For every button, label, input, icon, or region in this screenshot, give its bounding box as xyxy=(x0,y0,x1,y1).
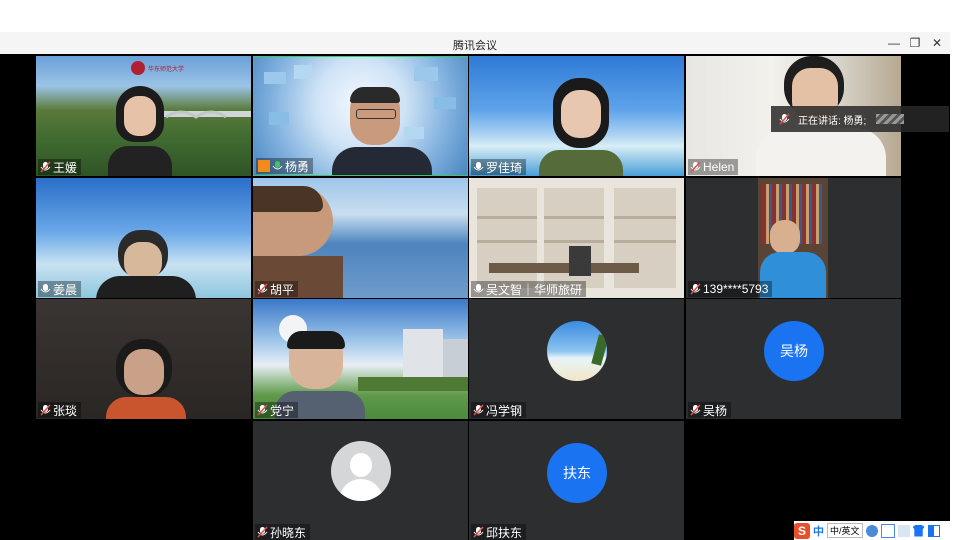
participant-name: 罗佳琦 xyxy=(486,160,523,175)
mic-muted-icon xyxy=(473,526,484,538)
speaking-indicator: 正在讲话: 杨勇; xyxy=(771,106,949,132)
mic-icon[interactable] xyxy=(865,524,878,537)
video-tile-sunxiaodong[interactable]: 孙晓东 xyxy=(253,421,468,540)
mic-muted-icon xyxy=(473,404,484,416)
participant-video xyxy=(332,87,432,175)
video-tile-jiangchen[interactable]: 姜晨 xyxy=(36,178,251,298)
video-tile-wangyuan[interactable]: 华东师范大学 王媛 xyxy=(36,56,251,176)
participant-name: 王媛 xyxy=(53,160,78,175)
participant-label: 姜晨 xyxy=(38,281,82,297)
default-avatar-icon xyxy=(331,441,391,501)
participant-label: 吴文智｜华师旅研 xyxy=(471,281,587,297)
svg-text:华东师范大学: 华东师范大学 xyxy=(148,65,184,73)
video-tile-wuwenzhi[interactable]: 吴文智｜华师旅研 xyxy=(469,178,684,298)
skin-icon[interactable] xyxy=(912,524,925,537)
video-tile-zhangyan[interactable]: 张琰 xyxy=(36,299,251,419)
avatar: 吴杨 xyxy=(764,321,824,381)
mic-icon xyxy=(40,284,51,293)
video-tile-wuyang[interactable]: 吴杨 吴杨 xyxy=(686,299,901,419)
mic-muted-icon xyxy=(257,404,268,416)
video-tile-qiufudong[interactable]: 扶东 邱扶东 xyxy=(469,421,684,540)
participant-name: 孙晓东 xyxy=(270,525,307,540)
participant-video xyxy=(539,78,623,176)
participant-name: 吴杨 xyxy=(703,403,728,418)
video-tile-huping[interactable]: 胡平 xyxy=(253,178,468,298)
participant-label: 冯学钢 xyxy=(471,402,527,418)
participant-video xyxy=(758,178,828,298)
participant-name: 张琰 xyxy=(53,403,78,418)
redacted-block xyxy=(876,114,905,124)
ime-tray: S 中 中/英文 xyxy=(794,521,954,540)
participant-label: 孙晓东 xyxy=(255,524,311,540)
apps-grid-icon[interactable] xyxy=(927,524,940,537)
participant-name: 139****5793 xyxy=(703,282,769,296)
participant-label: 邱扶东 xyxy=(471,524,527,540)
mic-muted-icon xyxy=(40,404,51,416)
video-tile-luojiaqi[interactable]: 罗佳琦 xyxy=(469,56,684,176)
participant-video xyxy=(96,230,196,298)
participant-label: 胡平 xyxy=(255,281,299,297)
mic-speaking-icon xyxy=(272,161,283,170)
video-tile-fengxuegang[interactable]: 冯学钢 xyxy=(469,299,684,419)
video-tile-139[interactable]: 139****5793 xyxy=(686,178,901,298)
participant-name: 邱扶东 xyxy=(486,525,523,540)
mic-icon xyxy=(473,162,484,171)
participant-video xyxy=(106,339,186,419)
close-button[interactable]: ✕ xyxy=(929,35,945,51)
sogou-icon[interactable]: S xyxy=(794,522,810,539)
participant-name: 杨勇 xyxy=(285,159,310,174)
mic-muted-icon xyxy=(690,283,701,295)
speaking-text: 正在讲话: 杨勇; xyxy=(798,115,867,127)
participant-name: 冯学钢 xyxy=(486,403,523,418)
window-title: 腾讯会议 xyxy=(453,40,497,52)
avatar xyxy=(547,321,607,381)
avatar: 扶东 xyxy=(547,443,607,503)
mic-icon xyxy=(779,113,790,125)
video-tile-yangyong[interactable]: 杨勇 xyxy=(253,56,468,176)
host-icon xyxy=(258,160,270,172)
participant-label: 王媛 xyxy=(38,159,82,175)
mic-icon xyxy=(473,284,484,293)
participant-name: 姜晨 xyxy=(53,282,78,297)
mic-muted-icon xyxy=(257,283,268,295)
video-tile-dangning[interactable]: 党宁 xyxy=(253,299,468,419)
participant-label: 张琰 xyxy=(38,402,82,418)
title-bar: 腾讯会议 — ❐ ✕ xyxy=(0,32,950,54)
mic-muted-icon xyxy=(690,404,701,416)
participant-name: 吴文智｜华师旅研 xyxy=(486,282,583,297)
mic-muted-icon xyxy=(690,161,701,173)
mic-muted-icon xyxy=(257,526,268,538)
participant-label: 党宁 xyxy=(255,402,299,418)
restore-button[interactable]: ❐ xyxy=(907,35,923,51)
participant-label: Helen xyxy=(688,159,739,175)
ime-mode-toggle[interactable]: 中/英文 xyxy=(827,523,863,538)
participant-name: 党宁 xyxy=(270,403,295,418)
participant-label: 杨勇 xyxy=(256,158,314,174)
mic-muted-icon xyxy=(40,161,51,173)
participant-label: 吴杨 xyxy=(688,402,732,418)
keyboard-icon[interactable] xyxy=(880,523,895,538)
participant-label: 139****5793 xyxy=(688,281,773,297)
toolbox-icon[interactable] xyxy=(897,524,910,537)
ime-language[interactable]: 中 xyxy=(813,523,824,539)
minimize-button[interactable]: — xyxy=(886,35,902,51)
participant-video xyxy=(108,86,172,176)
participant-name: Helen xyxy=(703,160,735,174)
participant-name: 胡平 xyxy=(270,282,295,297)
participant-label: 罗佳琦 xyxy=(471,159,527,175)
